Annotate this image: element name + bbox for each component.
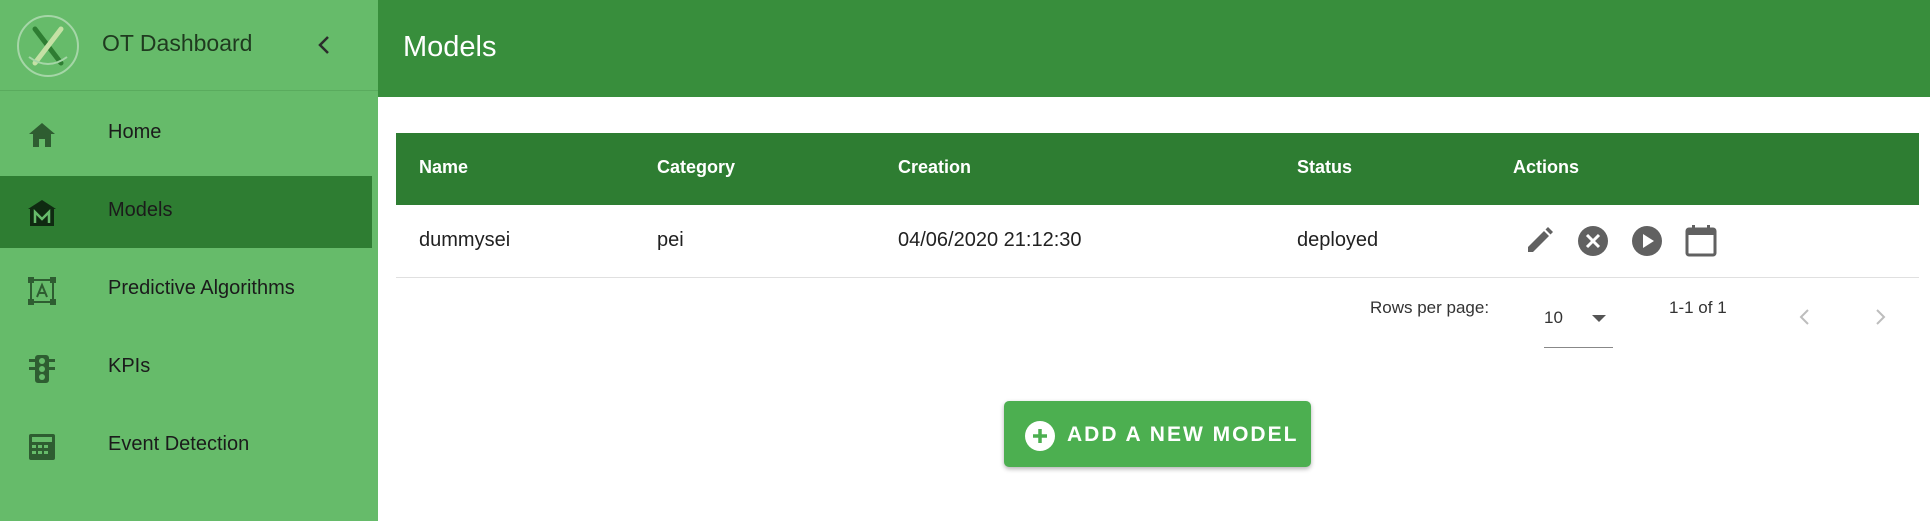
table-header: Name Category Creation Status Actions	[396, 133, 1919, 205]
sidebar-item-label: Home	[108, 121, 162, 143]
sidebar-item-event-detection[interactable]: Event Detection	[0, 410, 372, 482]
cell-status: deployed	[1297, 229, 1379, 251]
column-header-actions: Actions	[1513, 157, 1580, 177]
edit-icon[interactable]	[1521, 223, 1557, 259]
rows-per-page-label: Rows per page:	[1370, 298, 1490, 317]
sidebar-item-kpis[interactable]: KPIs	[0, 332, 372, 404]
algorithm-icon	[26, 276, 58, 306]
sidebar-item-label: Event Detection	[108, 433, 250, 455]
plus-circle-icon	[1025, 421, 1055, 451]
pagination-range: 1-1 of 1	[1669, 298, 1727, 317]
cell-creation: 04/06/2020 21:12:30	[898, 229, 1082, 251]
add-model-button[interactable]: ADD A NEW MODEL	[1004, 401, 1311, 467]
brand-bar: OT Dashboard	[0, 0, 378, 91]
calendar-icon[interactable]	[1683, 223, 1719, 259]
models-icon	[26, 198, 58, 228]
column-header-name[interactable]: Name	[419, 157, 468, 178]
column-header-creation[interactable]: Creation	[898, 157, 971, 178]
column-header-category[interactable]: Category	[657, 157, 735, 178]
rows-per-page-select[interactable]: 10	[1544, 296, 1613, 348]
sidebar-item-label: Predictive Algorithms	[108, 277, 295, 299]
next-page-icon[interactable]	[1868, 305, 1892, 329]
event-detection-icon	[26, 432, 58, 462]
cell-category: pei	[657, 229, 684, 251]
app-root: OT Dashboard Home Models Predictive Algo…	[0, 0, 1930, 521]
sidebar-item-predictive-algorithms[interactable]: Predictive Algorithms	[0, 254, 372, 326]
chevron-left-icon[interactable]	[312, 32, 338, 58]
add-model-label: ADD A NEW MODEL	[1067, 423, 1299, 446]
sidebar-item-label: KPIs	[108, 355, 151, 377]
rows-per-page-value: 10	[1544, 308, 1563, 327]
sidebar-item-label: Models	[108, 199, 173, 221]
cancel-icon[interactable]	[1575, 223, 1611, 259]
sidebar-item-home[interactable]: Home	[0, 98, 372, 170]
cell-name: dummysei	[419, 229, 511, 251]
column-header-status[interactable]: Status	[1297, 157, 1352, 178]
sidebar: OT Dashboard Home Models Predictive Algo…	[0, 0, 378, 521]
previous-page-icon[interactable]	[1793, 305, 1817, 329]
logo-icon	[17, 15, 79, 77]
play-icon[interactable]	[1629, 223, 1665, 259]
home-icon	[26, 120, 58, 150]
sidebar-item-models[interactable]: Models	[0, 176, 372, 248]
traffic-light-icon	[26, 354, 58, 384]
app-title: OT Dashboard	[102, 30, 253, 56]
models-table: Name Category Creation Status Actions du…	[396, 133, 1919, 278]
table-row: dummysei pei 04/06/2020 21:12:30 deploye…	[396, 205, 1919, 278]
page-header: Models	[378, 0, 1930, 97]
caret-down-icon	[1592, 315, 1606, 322]
page-title: Models	[403, 31, 497, 63]
